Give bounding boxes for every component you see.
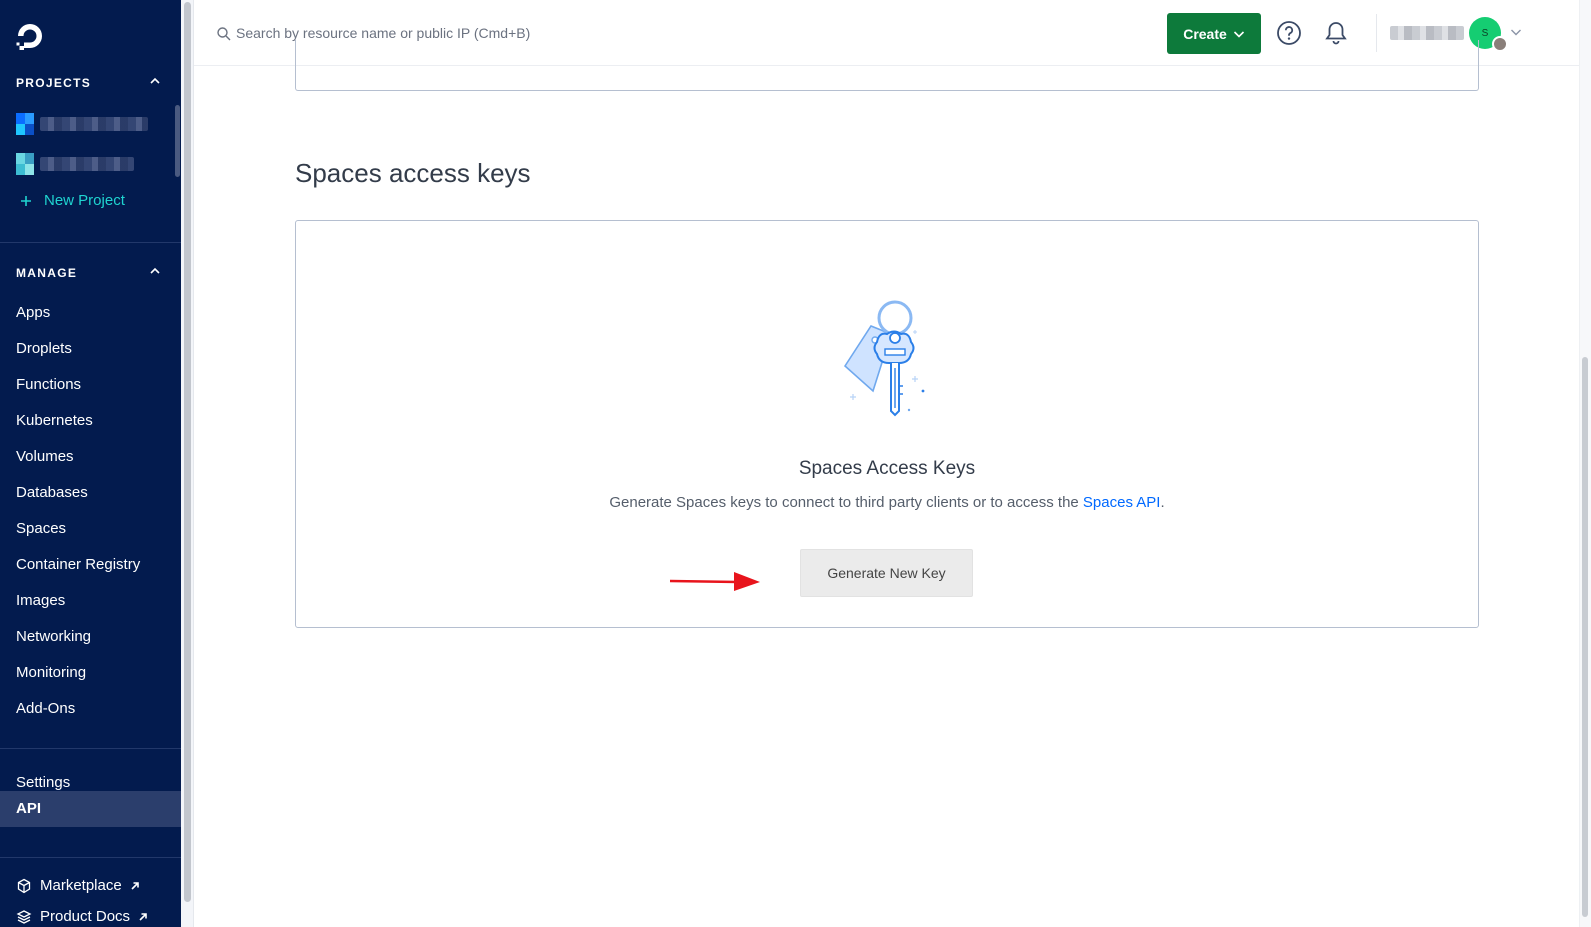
search-icon [217, 27, 231, 41]
sidebar-item-apps[interactable]: Apps [16, 304, 50, 321]
projects-heading: PROJECTS [16, 76, 92, 90]
sidebar-item-kubernetes[interactable]: Kubernetes [16, 412, 93, 429]
sidebar-divider [0, 242, 181, 243]
sidebar-item-settings[interactable]: Settings [16, 774, 70, 791]
digitalocean-logo-icon[interactable] [14, 20, 46, 52]
sidebar-item-databases[interactable]: Databases [16, 484, 88, 501]
sidebar: PROJECTS New Project MANAGE Apps Droplet… [0, 0, 181, 927]
chevron-down-icon[interactable] [1510, 26, 1522, 38]
external-link-icon [131, 881, 139, 890]
sidebar-divider [0, 857, 181, 858]
project-color-icon [16, 153, 34, 175]
external-link-icon [139, 912, 147, 921]
layers-icon [16, 909, 32, 924]
sidebar-item-networking[interactable]: Networking [16, 628, 91, 645]
sidebar-item-droplets[interactable]: Droplets [16, 340, 72, 357]
sidebar-item-container-registry[interactable]: Container Registry [16, 556, 140, 573]
plus-icon [21, 195, 31, 206]
sidebar-item-monitoring[interactable]: Monitoring [16, 664, 86, 681]
spaces-api-link[interactable]: Spaces API [1083, 494, 1161, 511]
chevron-down-icon [1233, 30, 1244, 38]
team-avatar [1492, 36, 1508, 52]
sidebar-item-marketplace[interactable]: Marketplace [16, 877, 140, 894]
manage-heading: MANAGE [16, 266, 78, 280]
key-illustration-icon [843, 300, 925, 417]
sidebar-item-add-ons[interactable]: Add-Ons [16, 700, 75, 717]
sidebar-item-images[interactable]: Images [16, 592, 65, 609]
sidebar-item-volumes[interactable]: Volumes [16, 448, 74, 465]
project-name-redacted [40, 117, 148, 131]
sidebar-item-api-label: API [16, 800, 42, 817]
product-docs-label: Product Docs [40, 908, 131, 925]
sidebar-projects-scrollbar[interactable] [175, 105, 180, 177]
annotation-arrow-icon [670, 572, 760, 591]
card-desc-suffix: . [1160, 494, 1165, 511]
sidebar-scrollbar-thumb[interactable] [184, 2, 191, 902]
chevron-up-icon[interactable] [148, 264, 162, 278]
project-item[interactable] [16, 153, 134, 175]
sidebar-item-functions[interactable]: Functions [16, 376, 81, 393]
previous-section-card [295, 40, 1479, 91]
page-scrollbar-thumb[interactable] [1582, 357, 1588, 917]
generate-new-key-button[interactable]: Generate New Key [800, 549, 973, 597]
avatar-initial: S [1481, 27, 1489, 39]
user-name-redacted[interactable] [1390, 26, 1464, 40]
cube-icon [17, 878, 31, 893]
project-color-icon [16, 113, 34, 135]
sidebar-item-spaces[interactable]: Spaces [16, 520, 66, 537]
page-title: Spaces access keys [295, 158, 531, 188]
chevron-up-icon[interactable] [148, 74, 162, 88]
card-title: Spaces Access Keys [798, 458, 976, 479]
new-project-label: New Project [44, 192, 125, 209]
marketplace-label: Marketplace [40, 877, 122, 894]
project-item[interactable] [16, 113, 148, 135]
new-project-link[interactable]: New Project [20, 192, 125, 209]
sidebar-divider [0, 748, 181, 749]
card-description: Generate Spaces keys to connect to third… [296, 494, 1478, 511]
app-root: PROJECTS New Project MANAGE Apps Droplet… [0, 0, 1591, 927]
card-desc-text: Generate Spaces keys to connect to third… [609, 494, 1083, 511]
spaces-keys-empty-card: Spaces Access Keys Generate Spaces keys … [295, 220, 1479, 628]
project-name-redacted [40, 157, 134, 171]
sidebar-item-product-docs[interactable]: Product Docs [16, 908, 148, 925]
